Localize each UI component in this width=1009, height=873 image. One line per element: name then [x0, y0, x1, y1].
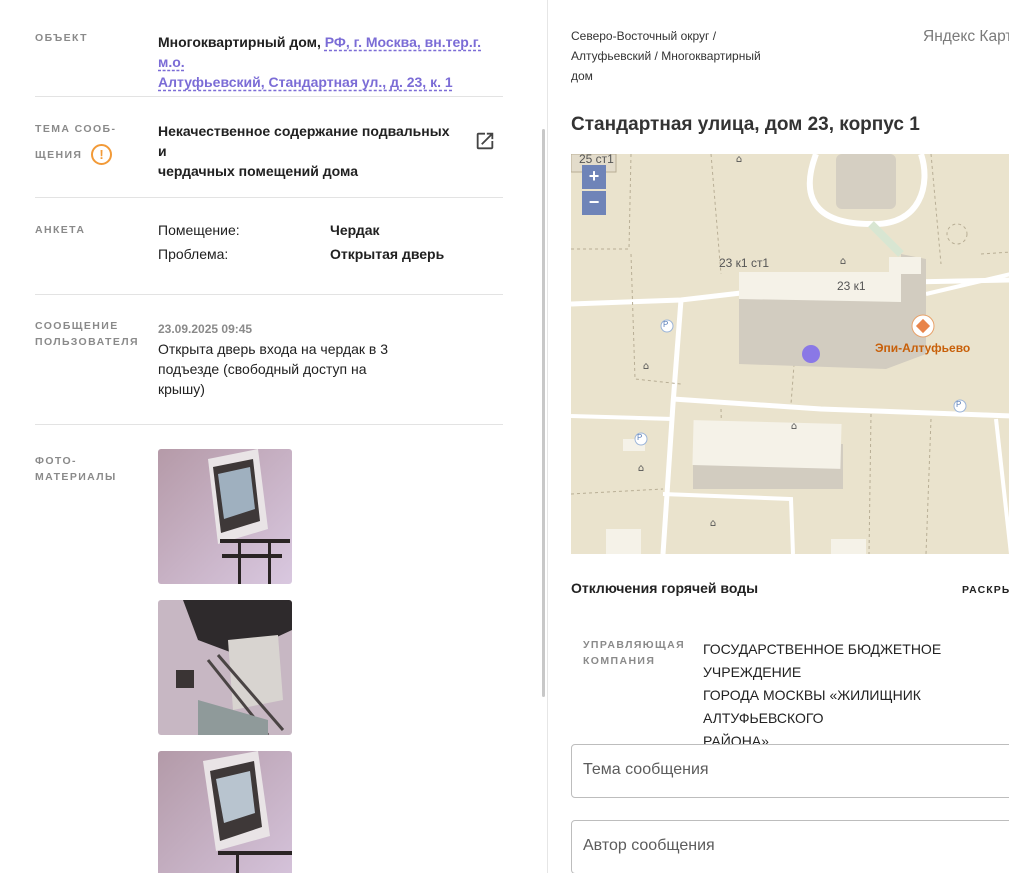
- hot-water-title: Отключения горячей воды: [571, 580, 759, 596]
- parking-icon: P: [663, 320, 669, 329]
- management-line-2: ГОРОДА МОСКВЫ «ЖИЛИЩНИК АЛТУФЬЕВСКОГО: [703, 687, 921, 726]
- breadcrumb-line-1[interactable]: Северо-Восточный округ /: [571, 29, 716, 43]
- warning-icon[interactable]: !: [91, 144, 112, 165]
- topic-label-2: ЩЕНИЯ: [35, 149, 83, 161]
- user-message-body: 23.09.2025 09:45 Открыта дверь входа на …: [158, 319, 418, 399]
- left-panel: ОБЪЕКТ Многоквартирный дом, РФ, г. Москв…: [0, 0, 547, 873]
- left-scrollbar[interactable]: [542, 129, 545, 697]
- topic-text-1: Некачественное содержание подвальных и: [158, 123, 450, 159]
- breadcrumb-line-2[interactable]: Алтуфьевский / Многоквартирный: [571, 49, 761, 63]
- map[interactable]: ⌂ ⌂ ⌂ ⌂ ⌂ ⌂ + − 25 ст1 23 к1 ст1 23 к1 Э…: [571, 154, 1009, 554]
- map-label-23-k1-st1: 23 к1 ст1: [719, 256, 770, 270]
- breadcrumb: Северо-Восточный округ / Алтуфьевский / …: [571, 26, 796, 86]
- message-datetime: 23.09.2025 09:45: [158, 322, 253, 336]
- survey-value-1: Чердак: [330, 222, 380, 238]
- topic-input[interactable]: [572, 745, 1003, 795]
- survey-key-1: Помещение:: [158, 222, 240, 238]
- breadcrumb-line-3[interactable]: дом: [571, 69, 593, 83]
- right-panel: Северо-Восточный округ / Алтуфьевский / …: [548, 0, 1009, 873]
- user-message-row: СООБЩЕНИЕ ПОЛЬЗОВАТЕЛЯ 23.09.2025 09:45 …: [35, 295, 503, 425]
- message-text-3: крышу): [158, 381, 205, 397]
- map-poi-label[interactable]: Эпи-Алтуфьево: [875, 341, 970, 355]
- photos-label: ФОТО- МАТЕРИАЛЫ: [35, 453, 117, 485]
- management-label: УПРАВЛЯЮЩАЯ КОМПАНИЯ: [583, 637, 685, 669]
- photos-label-2: МАТЕРИАЛЫ: [35, 471, 117, 483]
- survey-value-2: Открытая дверь: [330, 246, 445, 262]
- topic-text-2: чердачных помещений дома: [158, 163, 358, 179]
- user-message-label: СООБЩЕНИЕ ПОЛЬЗОВАТЕЛЯ: [35, 318, 139, 350]
- map-label-25-st1: 25 ст1: [579, 154, 614, 166]
- open-in-new-icon[interactable]: [474, 130, 496, 152]
- svg-text:⌂: ⌂: [840, 256, 846, 267]
- object-label: ОБЪЕКТ: [35, 32, 88, 44]
- author-input[interactable]: [572, 821, 1003, 871]
- svg-text:⌂: ⌂: [710, 518, 716, 529]
- object-value: Многоквартирный дом, РФ, г. Москва, вн.т…: [158, 32, 503, 92]
- map-label-23-k1: 23 к1: [837, 279, 866, 293]
- topic-label-1: ТЕМА СООБ-: [35, 123, 117, 135]
- photo-thumbnail-3[interactable]: [158, 751, 292, 873]
- zoom-in-button[interactable]: +: [582, 165, 606, 189]
- management-label-2: КОМПАНИЯ: [583, 655, 656, 667]
- photos-label-1: ФОТО-: [35, 455, 77, 467]
- survey-label: АНКЕТА: [35, 224, 86, 236]
- message-text-2: подъезде (свободный доступ на: [158, 361, 367, 377]
- address-title: Стандартная улица, дом 23, корпус 1: [571, 114, 920, 135]
- management-company-name: ГОСУДАРСТВЕННОЕ БЮДЖЕТНОЕ УЧРЕЖДЕНИЕ ГОР…: [703, 638, 1009, 753]
- zoom-out-button[interactable]: −: [582, 191, 606, 215]
- object-row: ОБЪЕКТ Многоквартирный дом, РФ, г. Москв…: [35, 24, 503, 97]
- topic-field[interactable]: [571, 744, 1009, 798]
- user-message-label-2: ПОЛЬЗОВАТЕЛЯ: [35, 336, 139, 348]
- message-text-1: Открыта дверь входа на чердак в 3: [158, 341, 389, 357]
- object-address-link-2[interactable]: Алтуфьевский, Стандартная ул., д. 23, к.…: [158, 74, 453, 90]
- parking-icon: P: [956, 400, 962, 409]
- management-label-1: УПРАВЛЯЮЩАЯ: [583, 639, 686, 651]
- topic-text: Некачественное содержание подвальных и ч…: [158, 121, 458, 181]
- photo-thumbnail-2[interactable]: [158, 600, 292, 735]
- map-provider-link[interactable]: Яндекс Карты: [923, 28, 1009, 46]
- object-type: Многоквартирный дом,: [158, 34, 321, 50]
- svg-text:⌂: ⌂: [643, 361, 649, 372]
- svg-text:⌂: ⌂: [736, 154, 742, 165]
- user-message-label-1: СООБЩЕНИЕ: [35, 320, 119, 332]
- expand-button[interactable]: РАСКРЫТЬ: [962, 584, 1009, 596]
- topic-row: ТЕМА СООБ- ЩЕНИЯ ! Некачественное содерж…: [35, 97, 503, 198]
- svg-text:⌂: ⌂: [638, 463, 644, 474]
- survey-key-2: Проблема:: [158, 246, 229, 262]
- svg-text:⌂: ⌂: [791, 421, 797, 432]
- photo-thumbnail-1[interactable]: [158, 449, 292, 584]
- survey-row: АНКЕТА Помещение: Чердак Проблема: Откры…: [35, 198, 503, 295]
- author-field[interactable]: [571, 820, 1009, 873]
- parking-icon: P: [637, 433, 643, 442]
- management-line-1: ГОСУДАРСТВЕННОЕ БЮДЖЕТНОЕ УЧРЕЖДЕНИЕ: [703, 641, 942, 680]
